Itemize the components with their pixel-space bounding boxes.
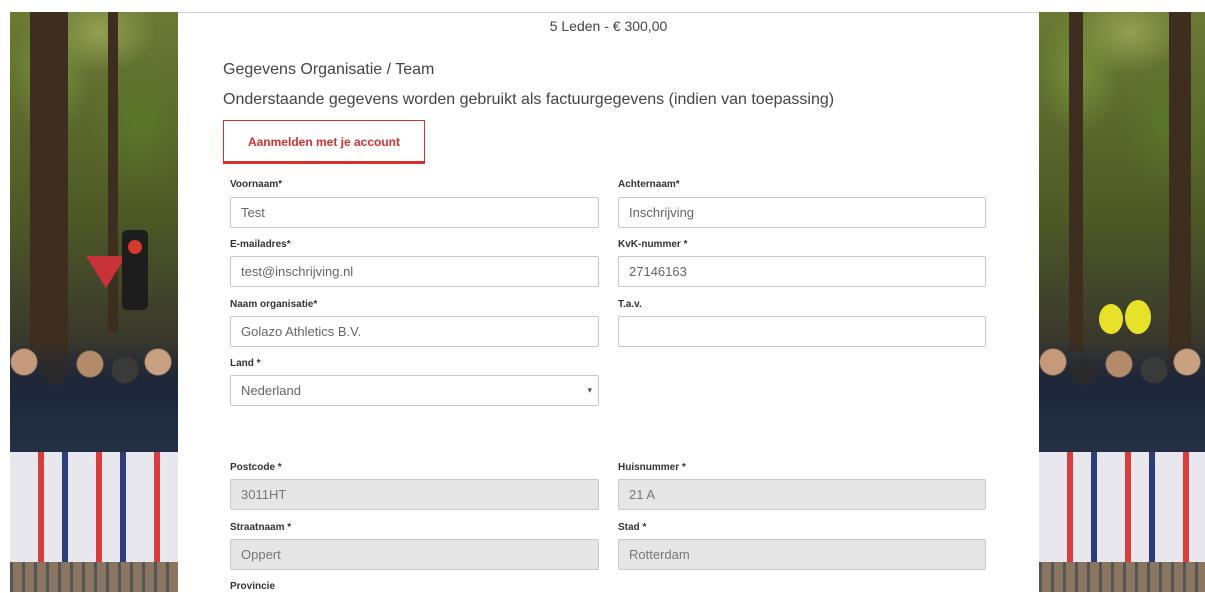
balloon-icon [1099, 304, 1123, 334]
provincie-label: Provincie [230, 581, 276, 592]
chevron-down-icon: ▾ [587, 385, 592, 395]
traffic-light-icon [122, 230, 148, 310]
tav-label: T.a.v. [618, 299, 642, 310]
crowd-barrier [1039, 452, 1205, 592]
achternaam-field[interactable]: Inschrijving [618, 197, 986, 228]
huisnummer-label: Huisnummer * [618, 462, 686, 473]
tree-trunk [30, 12, 68, 372]
straatnaam-label: Straatnaam * [230, 522, 292, 533]
voornaam-label: Voornaam* [230, 179, 283, 190]
right-background-photo [1039, 12, 1205, 592]
email-label: E-mailadres* [230, 239, 291, 250]
kvk-label: KvK-nummer * [618, 239, 688, 250]
land-select[interactable]: Nederland ▾ [230, 375, 599, 406]
straatnaam-field[interactable]: Oppert [230, 539, 599, 570]
organisatie-field[interactable]: Golazo Athletics B.V. [230, 316, 599, 347]
land-select-value: Nederland [241, 383, 301, 398]
tree-trunk [1069, 12, 1083, 352]
email-field[interactable]: test@inschrijving.nl [230, 256, 599, 287]
tree-trunk [1169, 12, 1191, 372]
registration-form-panel: 5 Leden - € 300,00 Gegevens Organisatie … [178, 12, 1039, 593]
postcode-field[interactable]: 3011HT [230, 479, 599, 510]
left-background-photo [10, 12, 178, 592]
crowd-barrier [10, 452, 178, 592]
yield-sign-icon [86, 256, 126, 288]
login-with-account-button[interactable]: Aanmelden met je account [223, 120, 425, 164]
stad-label: Stad * [618, 522, 647, 533]
tav-field[interactable] [618, 316, 986, 347]
stad-field[interactable]: Rotterdam [618, 539, 986, 570]
postcode-label: Postcode * [230, 462, 282, 473]
huisnummer-field[interactable]: 21 A [618, 479, 986, 510]
balloon-icon [1125, 300, 1151, 334]
section-description: Onderstaande gegevens worden gebruikt al… [223, 91, 835, 108]
section-title: Gegevens Organisatie / Team [223, 61, 435, 78]
achternaam-label: Achternaam* [618, 179, 680, 190]
organisatie-label: Naam organisatie* [230, 299, 318, 310]
kvk-field[interactable]: 27146163 [618, 256, 986, 287]
land-label: Land * [230, 358, 261, 369]
package-price: 5 Leden - € 300,00 [549, 18, 668, 34]
voornaam-field[interactable]: Test [230, 197, 599, 228]
